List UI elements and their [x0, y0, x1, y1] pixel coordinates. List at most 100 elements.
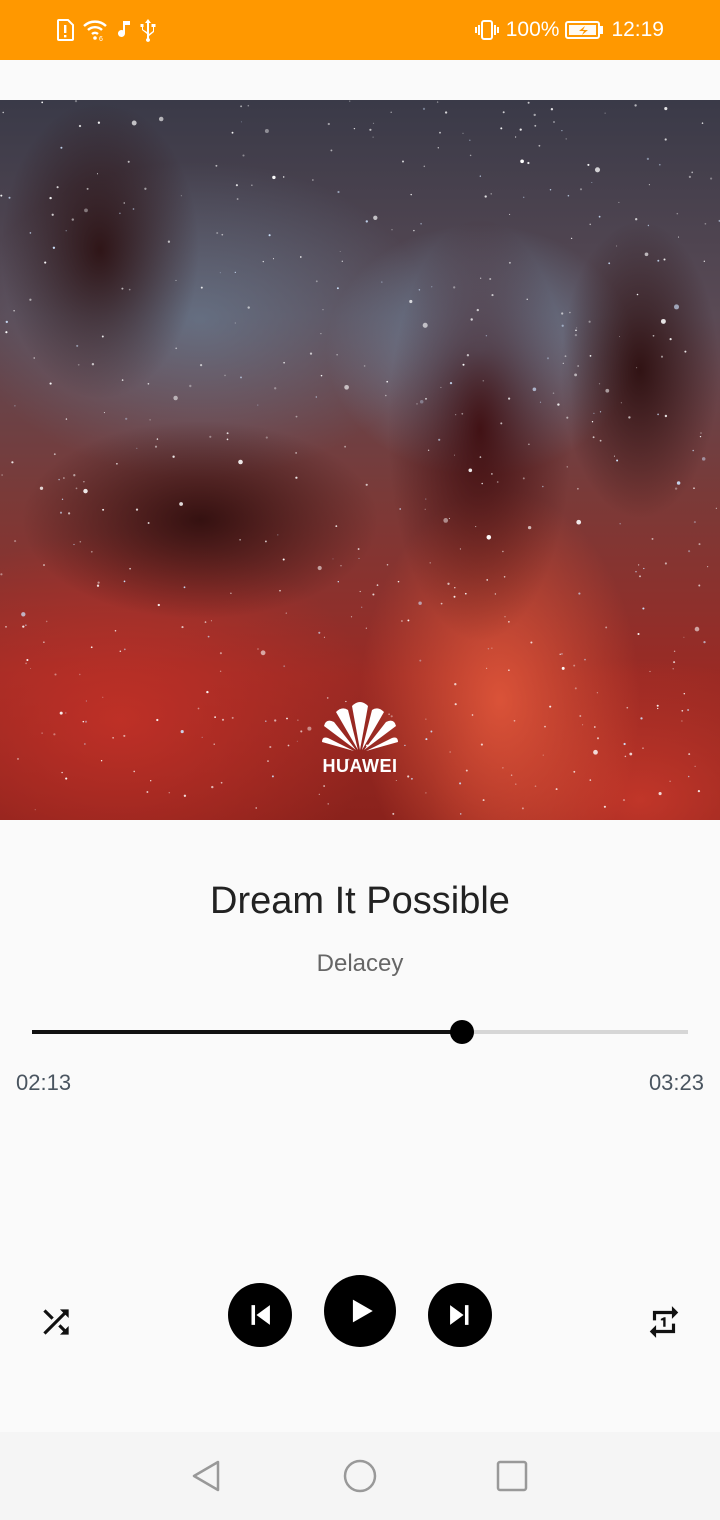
star [480, 743, 483, 746]
previous-button[interactable] [228, 1283, 292, 1347]
star [114, 630, 117, 632]
star [123, 734, 126, 737]
star [646, 157, 650, 161]
star [395, 779, 397, 782]
star [423, 165, 426, 168]
star [578, 592, 581, 595]
next-button[interactable] [428, 1283, 492, 1347]
star [644, 252, 649, 257]
star [544, 725, 546, 728]
star [455, 414, 457, 416]
star [425, 498, 427, 500]
star [522, 477, 525, 480]
star [376, 584, 379, 586]
star [49, 382, 52, 385]
star [491, 647, 493, 649]
star [197, 707, 200, 710]
star [673, 661, 676, 664]
star [358, 557, 360, 559]
star [265, 436, 268, 439]
star [121, 379, 124, 381]
star [576, 519, 582, 525]
star [465, 769, 468, 772]
star [522, 196, 525, 199]
star [486, 667, 488, 670]
star [515, 783, 517, 785]
star [593, 412, 595, 415]
star [459, 548, 461, 550]
star [236, 198, 239, 200]
star [503, 576, 506, 578]
star [520, 159, 524, 164]
star [0, 573, 3, 576]
repeat-button[interactable] [640, 1298, 688, 1346]
star [429, 562, 431, 564]
star [453, 595, 456, 598]
star [200, 286, 203, 289]
star [100, 760, 103, 762]
seek-bar[interactable] [32, 1018, 688, 1046]
star [466, 354, 470, 357]
back-nav-icon[interactable] [188, 1458, 224, 1494]
star [410, 777, 413, 780]
star [500, 422, 503, 425]
battery-charging-icon [565, 21, 604, 39]
star [569, 311, 571, 314]
home-nav-icon[interactable] [342, 1458, 378, 1494]
play-button[interactable] [324, 1275, 396, 1347]
star [553, 121, 555, 123]
star [424, 508, 426, 510]
star [561, 666, 565, 670]
star [546, 357, 550, 360]
star [103, 412, 105, 414]
star [587, 163, 590, 166]
star [404, 744, 406, 747]
star [65, 418, 68, 420]
star [344, 445, 346, 448]
star [58, 478, 60, 481]
star [322, 309, 324, 311]
star [207, 635, 210, 638]
star [459, 782, 462, 785]
star [277, 534, 279, 536]
seek-bar-thumb[interactable] [450, 1020, 475, 1044]
star [123, 580, 126, 583]
star [502, 550, 504, 553]
star [327, 122, 330, 126]
recents-nav-icon[interactable] [494, 1458, 530, 1494]
star [84, 720, 88, 723]
star [97, 581, 100, 584]
star [240, 121, 242, 123]
star [295, 415, 298, 418]
star [598, 215, 601, 218]
star [224, 374, 226, 377]
shuffle-button[interactable] [32, 1298, 80, 1346]
navigation-bar [0, 1432, 720, 1520]
star [664, 414, 668, 418]
star [372, 593, 375, 596]
star [318, 793, 320, 795]
star [53, 733, 56, 736]
repeat-one-icon [649, 1306, 679, 1338]
star [514, 136, 517, 138]
star [332, 558, 334, 560]
star [315, 280, 318, 283]
star [85, 700, 88, 702]
star [96, 173, 99, 175]
star [574, 373, 578, 377]
star [589, 779, 592, 781]
star [274, 719, 277, 722]
star [688, 175, 692, 179]
star [268, 234, 271, 237]
star [201, 736, 203, 739]
star [147, 522, 150, 524]
play-icon [352, 1299, 373, 1323]
star [45, 620, 48, 623]
star [701, 122, 704, 124]
star [710, 177, 713, 180]
star [469, 154, 472, 157]
star [372, 136, 374, 138]
star [577, 365, 579, 367]
star [490, 193, 492, 195]
star [341, 260, 343, 262]
